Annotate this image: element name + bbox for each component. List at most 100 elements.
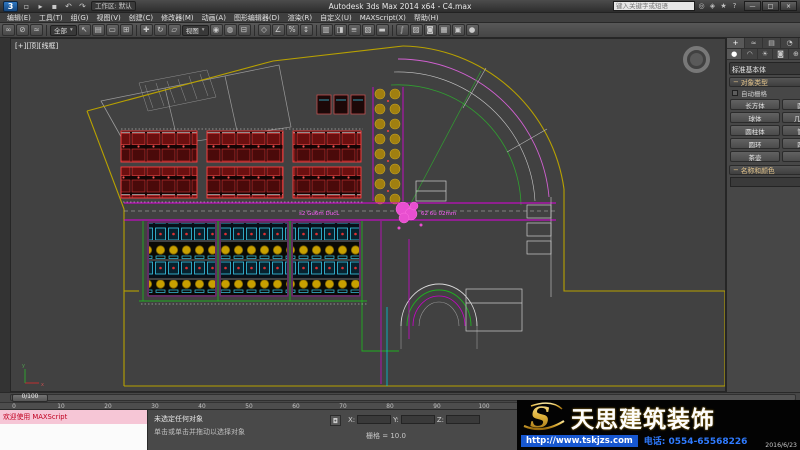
create-subtabs: ● ◠ ☀ ◙ ⊕ ∽ ◍: [727, 49, 800, 60]
listener-macro-row[interactable]: 欢迎使用 MAXScript: [0, 410, 147, 424]
keyboard-override-icon[interactable]: ⊟: [238, 24, 251, 36]
object-type-buttons: 长方体 圆锥体 球体 几何球体 圆柱体 管状体 圆环 四棱锥 茶壶 平面: [727, 98, 800, 164]
menu-maxscript[interactable]: MAXScript(X): [356, 14, 410, 22]
render-setup-icon[interactable]: ▦: [438, 24, 451, 36]
menu-tools[interactable]: 工具(T): [35, 13, 67, 23]
tab-hierarchy-icon[interactable]: ▤: [763, 38, 781, 48]
autogrid-checkbox[interactable]: [732, 90, 738, 96]
button-torus[interactable]: 圆环: [730, 138, 780, 149]
rollout-name-color[interactable]: − 名称和颜色: [729, 165, 800, 175]
unlink-selection-icon[interactable]: ⊘: [16, 24, 29, 36]
button-pyramid[interactable]: 四棱锥: [782, 138, 800, 149]
small-buildings: [317, 95, 365, 114]
new-scene-icon[interactable]: ▫: [21, 1, 32, 12]
subtab-geometry-icon[interactable]: ●: [727, 49, 742, 59]
layer-manager-icon[interactable]: ▧: [362, 24, 375, 36]
bind-to-space-warp-icon[interactable]: ≈: [30, 24, 43, 36]
button-box[interactable]: 长方体: [730, 99, 780, 110]
named-selection-sets-icon[interactable]: ▥: [320, 24, 333, 36]
menu-edit[interactable]: 编辑(E): [3, 13, 35, 23]
maximize-button[interactable]: □: [762, 1, 779, 11]
viewport-top[interactable]: [+][顶][线框]: [10, 38, 726, 392]
button-cone[interactable]: 圆锥体: [782, 99, 800, 110]
infocenter-search-input[interactable]: [613, 1, 695, 11]
menu-views[interactable]: 视图(V): [93, 13, 125, 23]
percent-snap-icon[interactable]: %: [286, 24, 299, 36]
use-pivot-center-icon[interactable]: ◉: [210, 24, 223, 36]
menu-create[interactable]: 创建(C): [125, 13, 157, 23]
coord-z-field[interactable]: [446, 415, 480, 424]
spinner-snap-icon[interactable]: ↕: [300, 24, 313, 36]
undo-icon[interactable]: ↶: [63, 1, 74, 12]
align-icon[interactable]: ≡: [348, 24, 361, 36]
minimize-button[interactable]: —: [744, 1, 761, 11]
render-production-icon[interactable]: ●: [466, 24, 479, 36]
select-object-icon[interactable]: ↖: [78, 24, 91, 36]
subtab-cameras-icon[interactable]: ◙: [773, 49, 788, 59]
button-plane[interactable]: 平面: [782, 151, 800, 162]
workspace-selector[interactable]: 工作区: 默认: [91, 1, 136, 11]
button-geosphere[interactable]: 几何球体: [782, 112, 800, 123]
subtab-shapes-icon[interactable]: ◠: [742, 49, 757, 59]
geometry-category-dropdown[interactable]: 标准基本体 ▾: [729, 62, 800, 75]
communication-center-icon[interactable]: ◈: [708, 2, 717, 10]
viewport-label[interactable]: [+][顶][线框]: [15, 41, 58, 51]
select-and-move-icon[interactable]: ✚: [140, 24, 153, 36]
mirror-icon[interactable]: ◨: [334, 24, 347, 36]
listener-script-row[interactable]: [0, 424, 147, 450]
angle-snap-icon[interactable]: ∠: [272, 24, 285, 36]
schematic-view-icon[interactable]: ▨: [410, 24, 423, 36]
save-file-icon[interactable]: ▪: [49, 1, 60, 12]
menu-rendering[interactable]: 渲染(R): [284, 13, 316, 23]
cad-drawing: s2 Gu6m DucL 62 6u 02mm: [11, 39, 726, 392]
coord-x-field[interactable]: [357, 415, 391, 424]
rendered-frame-icon[interactable]: ▣: [452, 24, 465, 36]
prompt-line: 单击或单击并拖动以选择对象: [154, 427, 245, 437]
select-and-rotate-icon[interactable]: ↻: [154, 24, 167, 36]
select-and-link-icon[interactable]: ∞: [2, 24, 15, 36]
open-file-icon[interactable]: ▸: [35, 1, 46, 12]
window-crossing-icon[interactable]: ⊞: [120, 24, 133, 36]
application-menu-button[interactable]: 3: [3, 1, 18, 12]
selection-status: 未选定任何对象: [154, 414, 203, 424]
menu-modifiers[interactable]: 修改器(M): [157, 13, 198, 23]
curve-editor-icon[interactable]: ∫: [396, 24, 409, 36]
menu-animation[interactable]: 动画(A): [198, 13, 230, 23]
material-editor-icon[interactable]: ◙: [424, 24, 437, 36]
maxscript-mini-listener[interactable]: 欢迎使用 MAXScript: [0, 410, 148, 450]
object-name-input[interactable]: [730, 177, 800, 187]
menu-group[interactable]: 组(G): [67, 13, 93, 23]
selection-lock-icon[interactable]: ◘: [330, 415, 341, 426]
select-by-name-icon[interactable]: ▤: [92, 24, 105, 36]
button-cylinder[interactable]: 圆柱体: [730, 125, 780, 136]
selection-filter-dropdown[interactable]: 全部▾: [50, 25, 77, 36]
ribbon-toggle-icon[interactable]: ▬: [376, 24, 389, 36]
button-tube[interactable]: 管状体: [782, 125, 800, 136]
tab-motion-icon[interactable]: ◔: [781, 38, 799, 48]
favorites-icon[interactable]: ★: [719, 2, 728, 10]
viewcube[interactable]: [683, 46, 710, 73]
select-and-scale-icon[interactable]: ▱: [168, 24, 181, 36]
infocenter-search-icon[interactable]: ◎: [697, 2, 706, 10]
menu-help[interactable]: 帮助(H): [410, 13, 443, 23]
help-icon[interactable]: ?: [730, 2, 739, 10]
subtab-helpers-icon[interactable]: ⊕: [789, 49, 800, 59]
close-button[interactable]: ×: [780, 1, 797, 11]
reference-coordinate-dropdown[interactable]: 视图▾: [182, 25, 209, 36]
button-sphere[interactable]: 球体: [730, 112, 780, 123]
time-slider[interactable]: 0/100: [12, 394, 48, 402]
rectangular-selection-icon[interactable]: ▭: [106, 24, 119, 36]
tab-modify-icon[interactable]: ≈: [745, 38, 763, 48]
rollout-object-type[interactable]: − 对象类型: [729, 77, 800, 87]
button-teapot[interactable]: 茶壶: [730, 151, 780, 162]
subtab-lights-icon[interactable]: ☀: [758, 49, 773, 59]
autogrid-row: 自动栅格: [727, 88, 800, 98]
redo-icon[interactable]: ↷: [77, 1, 88, 12]
menu-customize[interactable]: 自定义(U): [316, 13, 356, 23]
gate-structure: [416, 181, 446, 201]
coord-y-field[interactable]: [401, 415, 435, 424]
snaps-toggle-icon[interactable]: ◇: [258, 24, 271, 36]
select-and-manipulate-icon[interactable]: ◍: [224, 24, 237, 36]
menu-graph-editors[interactable]: 图形编辑器(D): [230, 13, 284, 23]
tab-create-icon[interactable]: +: [727, 38, 745, 48]
